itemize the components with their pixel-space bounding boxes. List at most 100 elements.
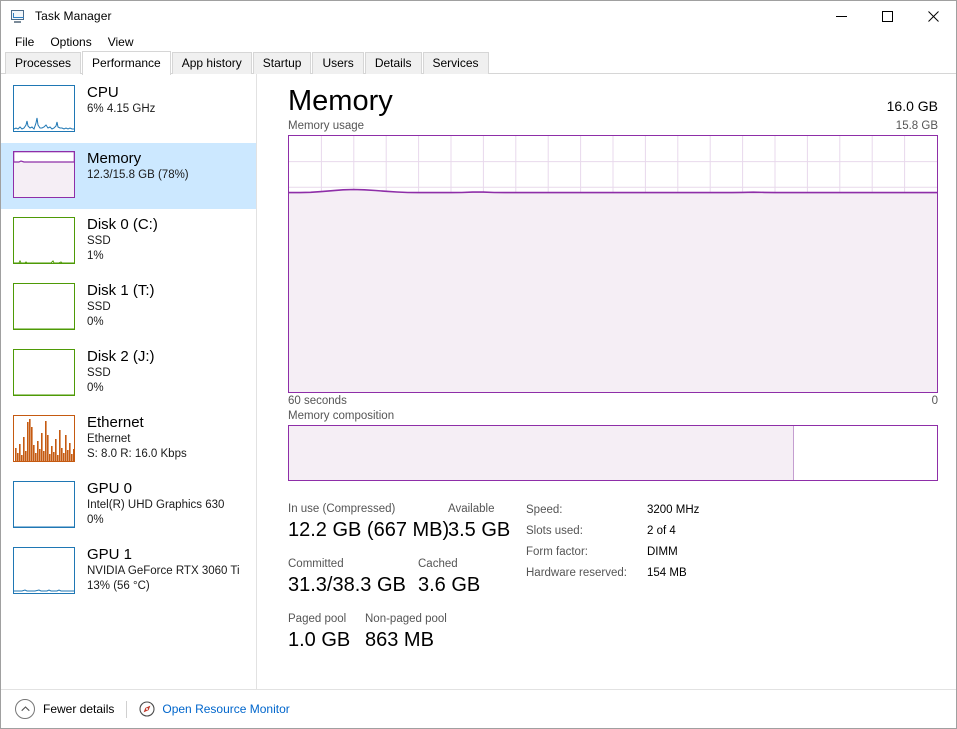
- memory-composition-label: Memory composition: [288, 410, 395, 422]
- window-controls: [818, 1, 956, 31]
- title-bar: Task Manager: [1, 1, 956, 31]
- memory-stats-right: Speed: 3200 MHz Slots used: 2 of 4 Form …: [526, 501, 938, 655]
- chart-area-fill: [289, 189, 937, 392]
- sidebar-item-gpu-0[interactable]: GPU 0 Intel(R) UHD Graphics 630 0%: [1, 473, 256, 539]
- close-button[interactable]: [910, 1, 956, 31]
- sidebar-item-memory[interactable]: Memory 12.3/15.8 GB (78%): [1, 143, 256, 209]
- sidebar-item-sub2: 0%: [87, 316, 104, 328]
- total-memory-label: 16.0 GB: [886, 98, 938, 114]
- memory-thumbnail-graph: [13, 151, 75, 198]
- stat-row-1: In use (Compressed) 12.2 GB (667 MB) Ava…: [288, 501, 526, 545]
- sidebar-item-sub1: SSD: [87, 367, 111, 379]
- tab-services[interactable]: Services: [422, 52, 489, 74]
- status-divider: [126, 700, 128, 718]
- memory-composition-bar[interactable]: [288, 425, 938, 481]
- close-icon: [927, 10, 939, 22]
- open-resource-monitor-label: Open Resource Monitor: [162, 702, 290, 716]
- sidebar-item-cpu[interactable]: CPU 6% 4.15 GHz: [1, 77, 256, 143]
- table-row: Speed: 3200 MHz: [526, 502, 699, 523]
- minimize-icon: [835, 15, 847, 17]
- stat-row-2: Committed 31.3/38.3 GB Cached 3.6 GB: [288, 556, 526, 600]
- sidebar-item-label: Disk 1 (T:): [87, 282, 155, 299]
- stat-cached-value: 3.6 GB: [418, 574, 481, 596]
- sidebar-item-disk-0-info: Disk 0 (C:) SSD 1%: [87, 214, 158, 264]
- stat-available: Available 3.5 GB: [448, 501, 510, 545]
- resource-sidebar: CPU 6% 4.15 GHz Memory 12.3/15.8 GB (78%…: [1, 74, 257, 689]
- sidebar-item-gpu-1-info: GPU 1 NVIDIA GeForce RTX 3060 Ti 13% (56…: [87, 544, 240, 594]
- tab-startup[interactable]: Startup: [252, 52, 312, 74]
- stat-row-3: Paged pool 1.0 GB Non-paged pool 863 MB: [288, 611, 526, 655]
- sidebar-item-label: GPU 1: [87, 546, 133, 563]
- chevron-up-icon: [15, 699, 35, 719]
- table-row: Form factor: DIMM: [526, 544, 699, 565]
- stat-hardware-reserved-label: Hardware reserved:: [526, 567, 627, 579]
- gpu-1-thumbnail-graph: [13, 547, 75, 594]
- open-resource-monitor-button[interactable]: Open Resource Monitor: [139, 701, 290, 717]
- page-title: Memory: [288, 85, 393, 117]
- sidebar-item-sub1: SSD: [87, 301, 111, 313]
- content-area: CPU 6% 4.15 GHz Memory 12.3/15.8 GB (78%…: [1, 74, 956, 689]
- sidebar-item-sub1: NVIDIA GeForce RTX 3060 Ti: [87, 565, 240, 577]
- fewer-details-button[interactable]: Fewer details: [15, 699, 114, 719]
- sidebar-item-gpu-1[interactable]: GPU 1 NVIDIA GeForce RTX 3060 Ti 13% (56…: [1, 539, 256, 605]
- stat-paged-pool-value: 1.0 GB: [288, 629, 351, 651]
- table-row: Slots used: 2 of 4: [526, 523, 699, 544]
- window-title: Task Manager: [35, 9, 112, 23]
- sidebar-item-gpu-0-info: GPU 0 Intel(R) UHD Graphics 630 0%: [87, 478, 224, 528]
- sidebar-item-disk-2[interactable]: Disk 2 (J:) SSD 0%: [1, 341, 256, 407]
- sidebar-item-sub2: 13% (56 °C): [87, 580, 150, 592]
- menu-options[interactable]: Options: [42, 33, 99, 51]
- sidebar-item-sub1: SSD: [87, 235, 111, 247]
- stat-paged-pool: Paged pool 1.0 GB: [288, 611, 365, 655]
- stat-form-factor-value: DIMM: [646, 546, 678, 558]
- composition-segment-in-use: [289, 426, 795, 480]
- tab-users[interactable]: Users: [312, 52, 364, 74]
- stat-hardware-reserved-value: 154 MB: [646, 567, 687, 579]
- memory-usage-label: Memory usage: [288, 120, 365, 132]
- menu-bar: File Options View: [1, 31, 956, 52]
- sidebar-item-label: Disk 0 (C:): [87, 216, 158, 233]
- status-bar: Fewer details Open Resource Monitor: [1, 689, 956, 728]
- disk-0-thumbnail-graph: [13, 217, 75, 264]
- sidebar-item-label: CPU: [87, 84, 119, 101]
- sidebar-item-ethernet-info: Ethernet Ethernet S: 8.0 R: 16.0 Kbps: [87, 412, 187, 462]
- maximize-button[interactable]: [864, 1, 910, 31]
- gpu-0-thumbnail-graph: [13, 481, 75, 528]
- fewer-details-label: Fewer details: [43, 702, 115, 716]
- sidebar-item-memory-info: Memory 12.3/15.8 GB (78%): [87, 148, 189, 183]
- minimize-button[interactable]: [818, 1, 864, 31]
- usage-axis-labels: 60 seconds 0: [288, 395, 938, 407]
- tab-processes[interactable]: Processes: [5, 52, 82, 74]
- usage-graph-labels: Memory usage 15.8 GB: [288, 120, 938, 132]
- sidebar-item-ethernet[interactable]: Ethernet Ethernet S: 8.0 R: 16.0 Kbps: [1, 407, 256, 473]
- sidebar-item-sub2: 1%: [87, 250, 104, 262]
- sidebar-item-disk-0[interactable]: Disk 0 (C:) SSD 1%: [1, 209, 256, 275]
- resource-monitor-icon: [139, 701, 155, 717]
- sidebar-item-sub1: Ethernet: [87, 433, 131, 445]
- memory-stats-left: In use (Compressed) 12.2 GB (667 MB) Ava…: [288, 501, 526, 655]
- menu-file[interactable]: File: [7, 33, 42, 51]
- memory-usage-graph: [288, 135, 938, 393]
- maximize-icon: [881, 10, 893, 22]
- sidebar-item-label: Disk 2 (J:): [87, 348, 155, 365]
- stat-form-factor-label: Form factor:: [526, 546, 588, 558]
- panel-header: Memory 16.0 GB: [288, 74, 938, 119]
- memory-hardware-table: Speed: 3200 MHz Slots used: 2 of 4 Form …: [526, 502, 699, 586]
- sidebar-item-disk-2-info: Disk 2 (J:) SSD 0%: [87, 346, 155, 396]
- stat-slots-used-label: Slots used:: [526, 525, 583, 537]
- sidebar-item-label: GPU 0: [87, 480, 133, 497]
- tab-performance[interactable]: Performance: [82, 51, 171, 75]
- sidebar-item-cpu-info: CPU 6% 4.15 GHz: [87, 82, 155, 117]
- stat-speed-value: 3200 MHz: [646, 504, 700, 516]
- memory-usage-chart-svg: [289, 136, 937, 392]
- memory-stats: In use (Compressed) 12.2 GB (667 MB) Ava…: [288, 501, 938, 655]
- stat-committed: Committed 31.3/38.3 GB: [288, 556, 418, 600]
- stat-in-use: In use (Compressed) 12.2 GB (667 MB): [288, 501, 449, 545]
- sidebar-item-disk-1[interactable]: Disk 1 (T:) SSD 0%: [1, 275, 256, 341]
- tab-app-history[interactable]: App history: [171, 52, 252, 74]
- disk-2-thumbnail-graph: [13, 349, 75, 396]
- axis-label-right: 0: [931, 395, 938, 407]
- tab-details[interactable]: Details: [364, 52, 422, 74]
- ethernet-thumbnail-graph: [13, 415, 75, 462]
- menu-view[interactable]: View: [100, 33, 142, 51]
